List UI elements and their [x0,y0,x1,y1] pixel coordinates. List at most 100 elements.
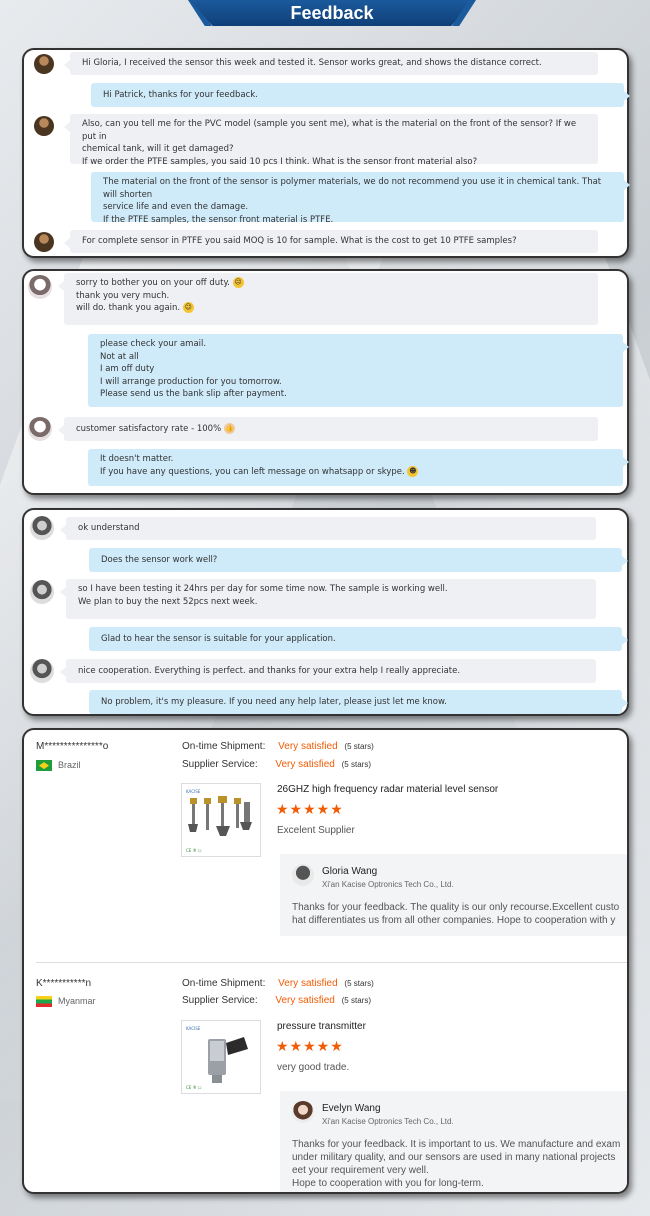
service-rating: Supplier Service: Very satisfied (5 star… [182,995,371,1006]
review-comment: Excelent Supplier [277,825,355,836]
product-title[interactable]: 26GHZ high frequency radar material leve… [277,784,498,795]
message-line: Not at all [100,351,139,362]
message-line: It doesn't matter. [100,454,174,464]
product-thumbnail[interactable]: KACISE CE ® ☐ [181,783,261,857]
chat-message-incoming: ok understand [60,517,596,540]
rating-value: Very satisfied [275,995,335,1006]
rating-label: On-time Shipment: [182,741,266,752]
chat-message-incoming: Hi Gloria, I received the sensor this we… [64,52,598,75]
chat-message-outgoing: Glad to hear the sensor is suitable for … [89,627,628,651]
supplier-reply: Evelyn Wang Xi'an Kacise Optronics Tech … [280,1091,627,1192]
message-text: Does the sensor work well? [101,555,218,565]
buyer-name: K***********n [36,978,92,989]
review-comment: very good trade. [277,1062,350,1073]
customer-avatar [28,417,52,441]
reply-company: Xi'an Kacise Optronics Tech Co., Ltd. [322,1117,454,1126]
message-line: Please send us the bank slip after payme… [100,389,287,399]
radar-sensor-product-image: KACISE CE ® ☐ [186,789,252,853]
message-line: sorry to bother you on your off duty. ☹ [76,277,586,290]
chat-message-incoming: customer satisfactory rate - 100% 👍 [58,417,598,441]
message-line-text: If you have any questions, you can left … [100,466,405,477]
customer-avatar [30,516,54,540]
reviews-panel: M***************o Brazil On-time Shipmen… [22,728,629,1194]
message-line: please check your amail. [100,339,207,349]
rating-value: Very satisfied [278,741,338,752]
customer-avatar [30,580,54,604]
reply-text: Thanks for your feedback. It is importan… [292,1139,621,1189]
rating-stars-text: (5 stars) [341,996,371,1005]
shipment-rating: On-time Shipment: Very satisfied (5 star… [182,978,374,989]
chat-message-outgoing: The material on the front of the sensor … [91,172,630,225]
customer-avatar [30,659,54,683]
message-line: We plan to buy the next 52pcs next week. [78,596,258,607]
chat-panel-2: sorry to bother you on your off duty. ☹ … [22,269,629,495]
chat-panel-1: Hi Gloria, I received the sensor this we… [22,48,630,258]
customer-avatar [34,116,54,136]
message-text: Hi Gloria, I received the sensor this we… [82,58,542,68]
message-line: service life and even the damage. [103,202,249,212]
feedback-header: Feedback [188,0,476,26]
chat-message-outgoing: Hi Patrick, thanks for your feedback. [91,83,630,107]
message-line: If we order the PTFE samples, you said 1… [82,156,478,167]
sad-face-icon: ☹ [232,277,244,288]
chat-message-incoming: sorry to bother you on your off duty. ☹ … [58,273,598,325]
product-brand-label: KACISE [186,1026,201,1031]
message-text: customer satisfactory rate - 100% [76,424,222,434]
message-text: Glad to hear the sensor is suitable for … [101,634,336,644]
rating-label: Supplier Service: [182,995,258,1006]
customer-avatar [34,232,54,252]
chat-message-incoming: Also, can you tell me for the PVC model … [64,114,598,167]
country-name: Myanmar [58,996,96,1006]
message-line: thank you very much. [76,290,170,301]
reply-company: Xi'an Kacise Optronics Tech Co., Ltd. [322,880,454,889]
rating-stars-text: (5 stars) [341,760,371,769]
product-title[interactable]: pressure transmitter [277,1021,366,1032]
reply-text: Thanks for your feedback. The quality is… [292,902,620,926]
message-text: No problem, it's my pleasure. If you nee… [101,697,447,707]
star-rating: ★★★★★ [276,801,344,817]
message-line: Also, can you tell me for the PVC model … [82,119,577,142]
message-text: nice cooperation. Everything is perfect.… [78,666,461,676]
country-name: Brazil [58,760,81,770]
buyer-name: M***************o [36,741,109,752]
chat-message-incoming: For complete sensor in PTFE you said MOQ… [64,230,598,253]
product-thumbnail[interactable]: KACISE CE ® ☐ [181,1020,261,1094]
chat-message-outgoing: Does the sensor work well? [89,548,628,572]
service-rating: Supplier Service: Very satisfied (5 star… [182,759,371,770]
certification-marks: CE ® ☐ [186,1085,202,1090]
message-line: The material on the front of the sensor … [103,177,602,200]
message-line: so I have been testing it 24hrs per day … [78,584,448,594]
laugh-face-icon: ☻ [407,465,419,477]
message-line-text: will do. thank you again. [76,303,181,313]
message-line: If the PTFE samples, the sensor front ma… [103,214,334,225]
message-line-text: sorry to bother you on your off duty. [76,278,230,288]
message-text: ok understand [78,523,140,533]
myanmar-flag-icon [36,996,52,1008]
shipment-rating: On-time Shipment: Very satisfied (5 star… [182,741,374,752]
supplier-avatar [292,1101,314,1123]
header-title: Feedback [290,2,374,23]
rating-value: Very satisfied [278,978,338,989]
rating-stars-text: (5 stars) [344,742,374,751]
customer-avatar [28,275,52,299]
reply-author: Gloria Wang [322,866,378,877]
thumbs-up-icon: 👍 [223,423,235,434]
rating-label: On-time Shipment: [182,978,266,989]
review-divider [36,962,627,963]
smile-face-icon: ☺ [182,302,194,313]
product-brand-label: KACISE [186,789,201,794]
brazil-flag-icon [36,760,52,772]
chat-message-outgoing: It doesn't matter. If you have any quest… [88,449,629,486]
supplier-reply: Gloria Wang Xi'an Kacise Optronics Tech … [280,854,627,936]
buyer-country: Brazil [36,760,81,772]
message-line: will do. thank you again. ☺ [76,302,586,315]
rating-stars-text: (5 stars) [344,979,374,988]
chat-message-outgoing: No problem, it's my pleasure. If you nee… [89,690,628,714]
message-line: I am off duty [100,364,155,374]
message-line: If you have any questions, you can left … [100,465,611,479]
message-line: chemical tank, will it get damaged? [82,144,234,154]
chat-message-incoming: so I have been testing it 24hrs per day … [60,579,596,619]
star-rating: ★★★★★ [276,1038,344,1054]
message-line: I will arrange production for you tomorr… [100,376,282,387]
reply-author: Evelyn Wang [322,1103,381,1114]
